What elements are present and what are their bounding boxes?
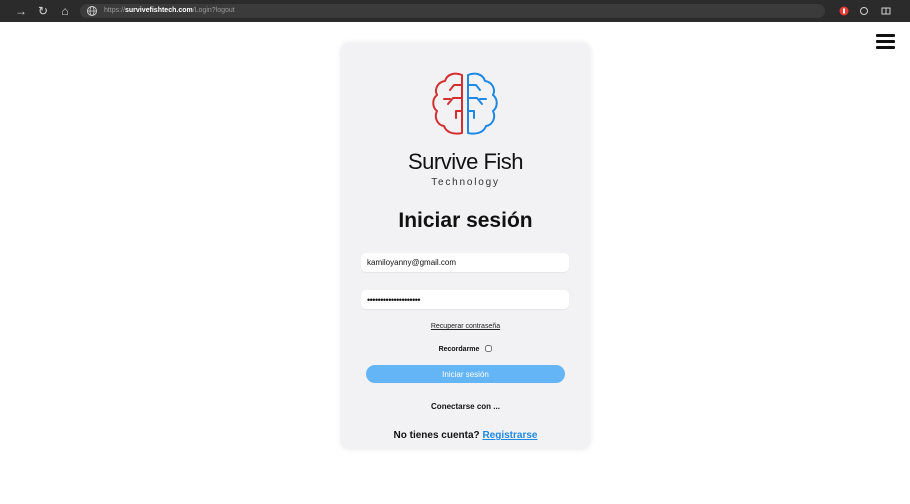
brand-name: Survive Fish [407, 149, 524, 174]
no-account-text: No tienes cuenta? [393, 430, 480, 441]
login-button[interactable]: Iniciar sesión [366, 365, 565, 383]
url-path: /Login?logout [192, 7, 235, 14]
home-icon[interactable]: ⌂ [56, 2, 74, 20]
hamburger-menu-icon[interactable] [876, 34, 895, 49]
register-link[interactable]: Registrarse [482, 430, 537, 441]
remember-me-label: Recordarme [438, 346, 480, 353]
split-screen-icon[interactable] [880, 5, 892, 17]
browser-toolbar: → ↻ ⌂ https://survivefishtech.com/Login?… [0, 0, 910, 22]
url-scheme: https:// [104, 7, 126, 14]
extensions-puzzle-icon[interactable] [858, 5, 870, 17]
remember-me-checkbox[interactable] [485, 345, 493, 352]
login-card: Survive Fish Technology Iniciar sesión R… [341, 43, 590, 449]
brain-right-icon [467, 72, 498, 135]
brand-tagline: Technology [431, 177, 500, 188]
remember-me-row: Recordarme [341, 345, 590, 353]
brain-logo [432, 72, 498, 135]
extension-red-icon[interactable] [838, 5, 850, 17]
brain-left-icon [432, 72, 463, 135]
globe-icon [87, 6, 97, 16]
email-field[interactable] [361, 253, 569, 272]
reload-icon[interactable]: ↻ [34, 2, 52, 20]
url-domain: survivefishtech.com [125, 7, 193, 14]
page-title: Iniciar sesión [398, 209, 533, 232]
connect-with-label: Conectarse con ... [431, 402, 500, 411]
forward-icon[interactable]: → [12, 2, 30, 20]
password-field[interactable] [361, 290, 569, 309]
url-text: https://survivefishtech.com/Login?logout [104, 4, 235, 18]
signup-row: No tienes cuenta? Registrarse [341, 430, 590, 441]
recover-password-link[interactable]: Recuperar contraseña [341, 323, 590, 330]
